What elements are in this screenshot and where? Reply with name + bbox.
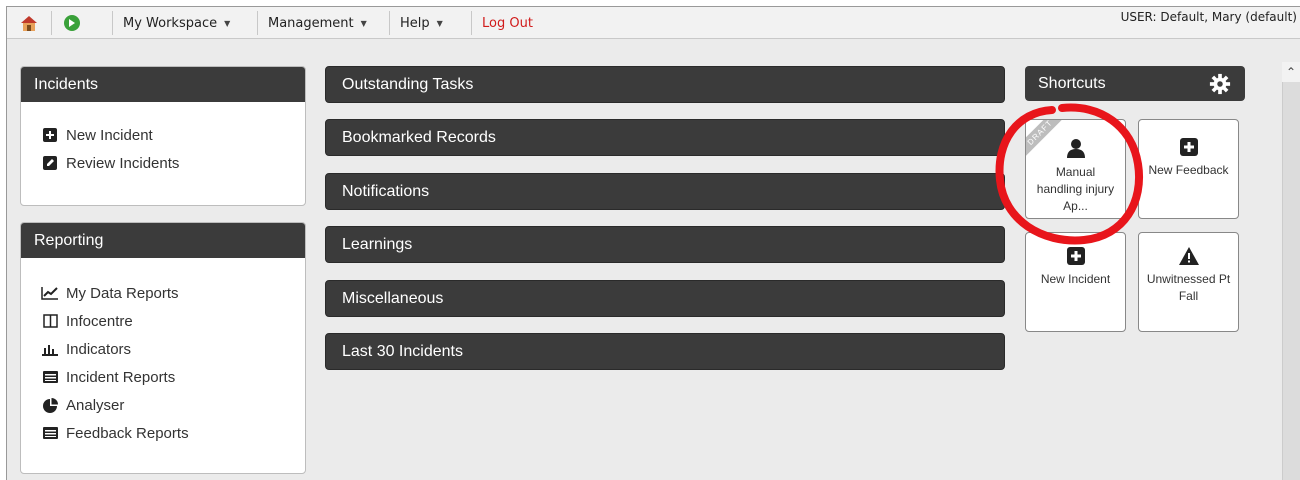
link-new-incident[interactable]: New Incident: [41, 121, 305, 149]
shortcut-tile-new-feedback[interactable]: New Feedback: [1138, 119, 1239, 219]
link-label: Incident Reports: [66, 368, 176, 386]
link-analyser[interactable]: Analyser: [41, 391, 305, 419]
section-label: Miscellaneous: [342, 289, 444, 307]
vertical-scrollbar[interactable]: [1282, 62, 1300, 480]
link-feedback-reports[interactable]: Feedback Reports: [41, 419, 305, 447]
section-outstanding-tasks[interactable]: Outstanding Tasks: [325, 66, 1005, 103]
app-frame: My Workspace ▼ Management ▼ Help ▼ Log O…: [6, 6, 1300, 480]
menu-my-workspace[interactable]: My Workspace ▼: [112, 11, 230, 35]
incidents-panel: Incidents New Incident Review Incidents: [20, 66, 306, 206]
warning-icon: [1178, 247, 1199, 265]
section-learnings[interactable]: Learnings: [325, 226, 1005, 263]
link-incident-reports[interactable]: Incident Reports: [41, 363, 305, 391]
shortcut-tile-unwitnessed-pt-fall[interactable]: Unwitnessed Pt Fall: [1138, 232, 1239, 332]
bar-chart-icon: [41, 340, 59, 358]
gear-icon[interactable]: [1209, 73, 1231, 95]
reporting-panel: Reporting My Data Reports Infocentre Ind…: [20, 222, 306, 474]
plus-square-icon: [1179, 138, 1198, 156]
list-icon: [41, 424, 59, 442]
top-menu-bar: My Workspace ▼ Management ▼ Help ▼ Log O…: [7, 7, 1300, 39]
caret-down-icon: ▼: [436, 18, 443, 28]
link-review-incidents[interactable]: Review Incidents: [41, 149, 305, 177]
menu-management[interactable]: Management ▼: [257, 11, 367, 35]
menu-label: My Workspace: [123, 15, 218, 31]
columns-icon: [41, 312, 59, 330]
link-label: My Data Reports: [66, 284, 179, 302]
link-label: Analyser: [66, 396, 125, 414]
link-indicators[interactable]: Indicators: [41, 335, 305, 363]
section-label: Learnings: [342, 235, 413, 253]
link-label: New Incident: [66, 126, 153, 144]
section-last-30-incidents[interactable]: Last 30 Incidents: [325, 333, 1005, 370]
forward-arrow-icon[interactable]: [63, 14, 81, 32]
tile-label: New Feedback: [1148, 163, 1229, 177]
shortcuts-title: Shortcuts: [1038, 74, 1106, 92]
link-label: Infocentre: [66, 312, 133, 330]
section-miscellaneous[interactable]: Miscellaneous: [325, 280, 1005, 317]
menu-label: Management: [268, 15, 354, 31]
tile-label: Unwitnessed Pt Fall: [1146, 272, 1231, 303]
user-info: USER: Default, Mary (default): [1120, 10, 1297, 24]
home-icon[interactable]: [19, 13, 39, 33]
caret-down-icon: ▼: [360, 18, 367, 28]
scroll-up-icon[interactable]: ⌃: [1282, 62, 1300, 82]
link-my-data-reports[interactable]: My Data Reports: [41, 279, 305, 307]
section-label: Outstanding Tasks: [342, 75, 474, 93]
section-bookmarked-records[interactable]: Bookmarked Records: [325, 119, 1005, 156]
edit-icon: [41, 154, 59, 172]
link-label: Review Incidents: [66, 154, 180, 172]
panel-title: Reporting: [21, 223, 305, 258]
section-label: Notifications: [342, 182, 430, 200]
link-label: Feedback Reports: [66, 424, 189, 442]
panel-title: Incidents: [21, 67, 305, 102]
section-label: Bookmarked Records: [342, 128, 496, 146]
tile-label: New Incident: [1040, 272, 1111, 286]
menu-label: Help: [400, 15, 430, 31]
menu-help[interactable]: Help ▼: [389, 11, 443, 35]
line-chart-icon: [41, 284, 59, 302]
section-label: Last 30 Incidents: [342, 342, 463, 360]
section-notifications[interactable]: Notifications: [325, 173, 1005, 210]
shortcuts-header: Shortcuts: [1025, 66, 1245, 101]
menu-divider: [51, 11, 52, 35]
pie-chart-icon: [41, 396, 59, 414]
incidents-list: New Incident Review Incidents: [21, 102, 305, 177]
link-label: Indicators: [66, 340, 132, 358]
reporting-list: My Data Reports Infocentre Indicators In…: [21, 258, 305, 447]
logout-label: Log Out: [482, 15, 533, 31]
annotation-circle: [995, 103, 1143, 245]
list-icon: [41, 368, 59, 386]
plus-square-icon: [41, 126, 59, 144]
logout-link[interactable]: Log Out: [471, 11, 533, 35]
link-infocentre[interactable]: Infocentre: [41, 307, 305, 335]
caret-down-icon: ▼: [224, 18, 231, 28]
